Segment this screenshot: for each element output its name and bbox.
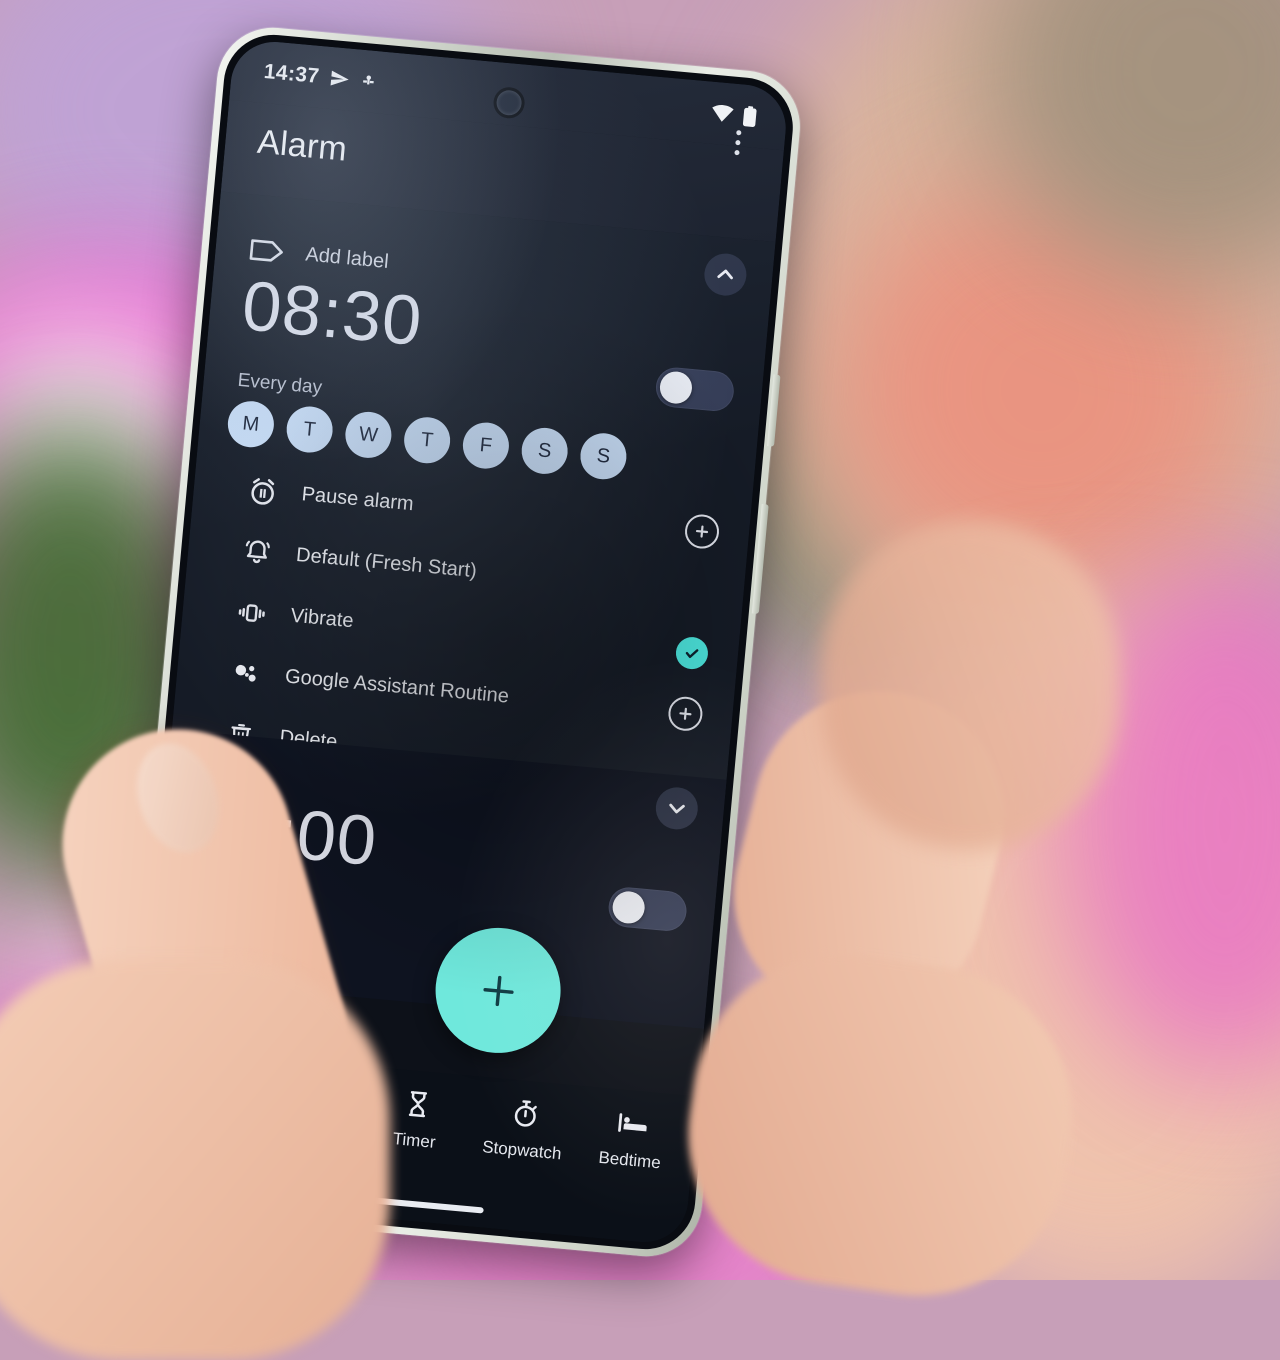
nav-pill — [380, 1082, 455, 1126]
day-toggle-sunday[interactable]: S — [578, 431, 629, 482]
add-label-text: Add label — [304, 242, 390, 273]
toggle-knob — [658, 370, 694, 405]
chevron-down-glyph — [669, 803, 685, 814]
status-clock: 14:37 — [262, 59, 321, 88]
day-toggle-thursday[interactable]: T — [402, 415, 453, 466]
tag-icon — [249, 239, 283, 262]
nav-label: Alarm — [175, 1109, 222, 1133]
nav-pill — [272, 1072, 347, 1116]
clock-app: 14:37 Alarm Add label 08:30 Every day M … — [129, 38, 790, 1246]
alarm-pause-icon — [244, 473, 281, 510]
alarm-time[interactable]: 08:30 — [239, 266, 425, 360]
alarm-card-expanded: Add label 08:30 Every day M T W T F S S — [170, 191, 776, 798]
status-bar-left: 14:37 — [263, 60, 378, 94]
page-title: Alarm — [255, 122, 349, 169]
dot — [735, 129, 742, 135]
overflow-menu-icon[interactable] — [721, 119, 755, 166]
day-toggle-friday[interactable]: F — [460, 420, 511, 471]
day-toggle-monday[interactable]: M — [225, 399, 276, 450]
circle-plus-icon — [666, 694, 704, 732]
circle-plus-icon — [683, 512, 721, 550]
option-label: Pause alarm — [300, 483, 415, 516]
toggle-track — [654, 365, 736, 413]
option-label: Google Assistant Routine — [284, 665, 510, 708]
assistant-icon — [228, 655, 265, 692]
alarm-enable-toggle[interactable] — [606, 885, 689, 933]
day-toggle-wednesday[interactable]: W — [343, 409, 394, 460]
chevron-up-icon[interactable] — [702, 251, 749, 298]
nav-tab-clock[interactable]: Clock — [252, 1070, 366, 1146]
alarm-enable-toggle[interactable] — [654, 365, 736, 413]
nav-tab-stopwatch[interactable]: Stopwatch — [467, 1090, 581, 1166]
add-ringtone-icon[interactable] — [683, 512, 721, 550]
alarm-days-summary: Sat, Sun — [191, 887, 271, 917]
bed-icon — [618, 1113, 647, 1132]
stopwatch-icon — [514, 1100, 537, 1127]
day-toggle-tuesday[interactable]: T — [284, 404, 335, 455]
nav-pill — [488, 1092, 563, 1136]
day-toggle-saturday[interactable]: S — [519, 425, 570, 476]
dot — [734, 139, 741, 145]
dot — [733, 149, 740, 155]
alarm-clock-icon — [191, 1071, 214, 1098]
toggle-track — [606, 885, 689, 933]
repeat-summary: Every day — [236, 369, 323, 399]
hourglass-icon — [408, 1091, 427, 1118]
nav-label: Clock — [284, 1119, 329, 1143]
add-routine-icon[interactable] — [666, 694, 704, 732]
nav-tab-timer[interactable]: Timer — [359, 1080, 473, 1156]
send-icon — [330, 70, 349, 86]
phone-device: 14:37 Alarm Add label 08:30 Every day M … — [114, 22, 805, 1262]
nav-tab-alarm[interactable]: Alarm — [144, 1061, 258, 1137]
nav-tab-bedtime[interactable]: Bedtime — [575, 1100, 689, 1176]
bell-ring-icon — [239, 533, 276, 570]
plus-icon — [482, 975, 514, 1006]
nav-pill — [595, 1102, 670, 1146]
option-label: Default (Fresh Start) — [295, 543, 478, 583]
chevron-up-glyph — [717, 269, 733, 280]
vibrate-enabled-check[interactable] — [674, 635, 710, 670]
vibrate-icon — [233, 594, 270, 631]
phone-screen: 14:37 Alarm Add label 08:30 Every day M … — [129, 38, 790, 1246]
alarm-time[interactable]: 09:00 — [194, 786, 380, 880]
clock-icon — [297, 1081, 323, 1107]
check-icon — [674, 635, 710, 670]
nav-label: Bedtime — [597, 1147, 662, 1173]
cast-icon — [362, 75, 374, 85]
nav-label: Stopwatch — [481, 1137, 563, 1164]
nav-pill — [164, 1062, 240, 1107]
chevron-down-icon[interactable] — [653, 785, 700, 832]
toggle-knob — [611, 890, 647, 925]
nav-label: Timer — [391, 1129, 437, 1152]
option-label: Vibrate — [289, 604, 355, 633]
